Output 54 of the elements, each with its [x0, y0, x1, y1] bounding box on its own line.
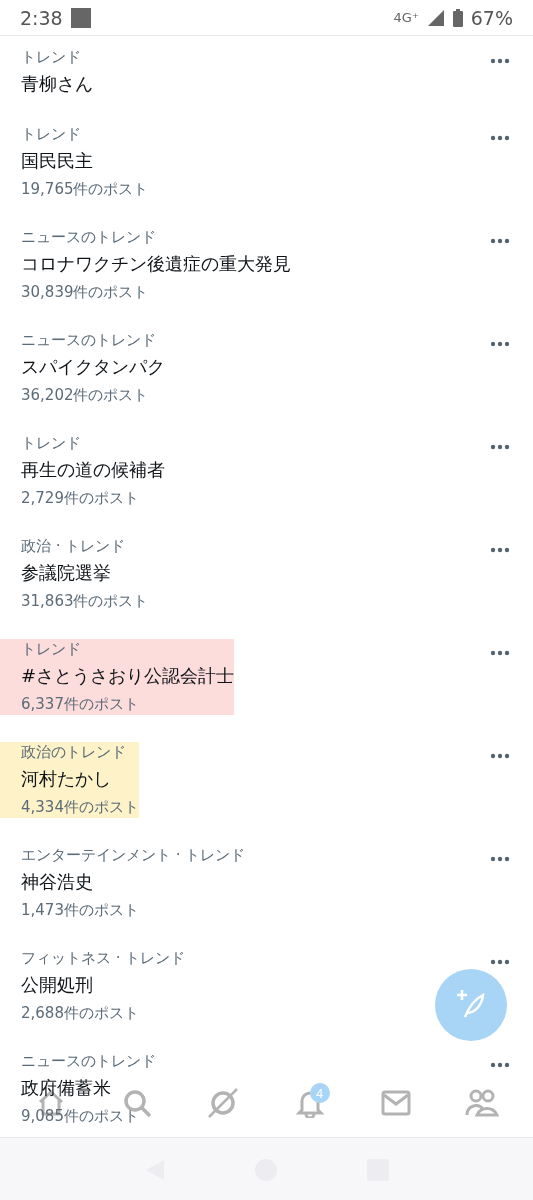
signal-icon — [426, 8, 445, 27]
trend-category: トレンド — [21, 124, 81, 144]
more-icon[interactable] — [490, 650, 510, 656]
trend-title: スパイクタンパク — [21, 355, 165, 379]
more-icon[interactable] — [490, 547, 510, 553]
more-icon[interactable] — [490, 444, 510, 450]
trend-title: 河村たかし — [21, 767, 111, 791]
notification-badge: 4 — [309, 1083, 330, 1103]
more-icon[interactable] — [490, 58, 510, 64]
trend-title: 再生の道の候補者 — [21, 458, 165, 482]
more-icon[interactable] — [490, 753, 510, 759]
trend-category: エンターテインメント · トレンド — [21, 845, 246, 865]
post-count: 4,334件のポスト — [21, 797, 139, 818]
trend-title: 神谷浩史 — [21, 870, 93, 894]
post-count: 9,085件のポスト — [21, 1106, 139, 1127]
trend-title: #さとうさおり公認会計士 — [21, 664, 235, 688]
more-icon[interactable] — [490, 135, 510, 141]
network-type: 4G⁺ — [393, 10, 419, 25]
trend-category: ニュースのトレンド — [21, 227, 156, 247]
more-icon[interactable] — [490, 238, 510, 244]
trend-category: トレンド — [21, 639, 81, 659]
trend-category: 政治 · トレンド — [21, 536, 126, 556]
more-icon[interactable] — [490, 1062, 510, 1068]
envelope-icon — [380, 1090, 411, 1116]
more-icon[interactable] — [490, 959, 510, 965]
notification-icon — [70, 7, 91, 28]
notifications-tab[interactable]: 4 — [287, 1081, 332, 1125]
post-count: 30,839件のポスト — [21, 282, 149, 303]
trend-category: フィットネス · トレンド — [21, 948, 186, 968]
more-icon[interactable] — [490, 856, 510, 862]
trend-title: コロナワクチン後遺症の重大発見 — [21, 252, 291, 276]
post-count: 19,765件のポスト — [21, 179, 149, 200]
post-count: 6,337件のポスト — [21, 694, 139, 715]
trend-category: トレンド — [21, 433, 81, 453]
post-count: 31,863件のポスト — [21, 591, 149, 612]
more-icon[interactable] — [490, 341, 510, 347]
trend-title: 青柳さん — [21, 72, 93, 96]
trend-category: ニュースのトレンド — [21, 1051, 156, 1071]
trend-title: 参議院選挙 — [21, 561, 111, 585]
battery-percent: 67% — [470, 6, 513, 29]
slash-circle-icon — [207, 1087, 240, 1119]
trend-title: 公開処刑 — [21, 973, 93, 997]
trend-title: 政府備蓄米 — [21, 1076, 111, 1100]
post-count: 2,729件のポスト — [21, 488, 139, 509]
battery-icon — [452, 8, 463, 27]
trend-category: トレンド — [21, 47, 81, 67]
people-icon — [464, 1088, 499, 1118]
post-count: 1,473件のポスト — [21, 900, 139, 921]
post-count: 36,202件のポスト — [21, 385, 149, 406]
post-count: 2,688件のポスト — [21, 1003, 139, 1024]
clock-time: 2:38 — [20, 6, 63, 29]
trend-title: 国民民主 — [21, 149, 93, 173]
trend-category: ニュースのトレンド — [21, 330, 156, 350]
trend-category: 政治のトレンド — [21, 742, 126, 762]
